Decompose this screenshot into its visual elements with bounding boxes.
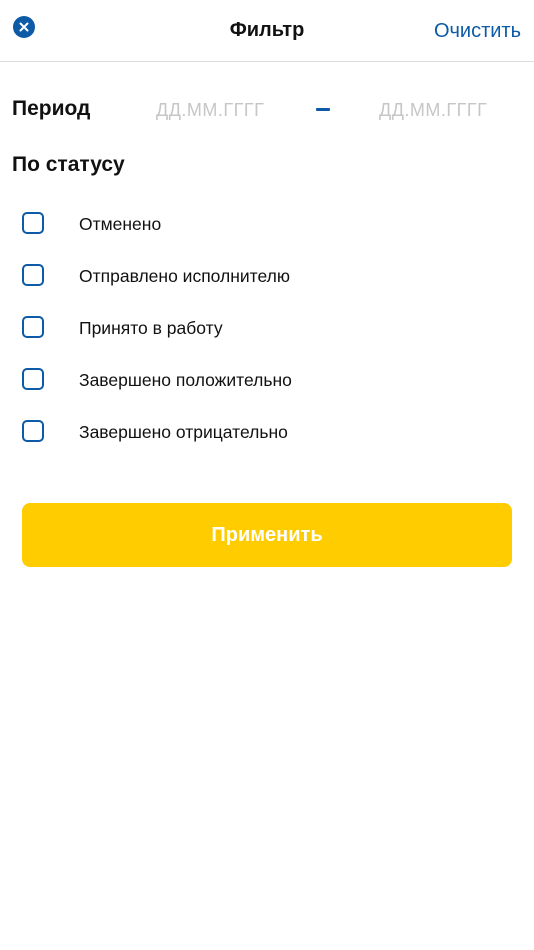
status-option-label: Завершено положительно (79, 370, 292, 390)
checkbox[interactable] (22, 264, 44, 286)
close-icon (19, 22, 29, 32)
status-option-completed-negative[interactable]: Завершено отрицательно (0, 407, 534, 459)
checkbox[interactable] (22, 316, 44, 338)
date-range-dash (316, 108, 330, 111)
status-option-label: Завершено отрицательно (79, 422, 288, 442)
date-to-input[interactable] (379, 98, 509, 122)
close-button[interactable] (13, 16, 35, 38)
status-option-label: Принято в работу (79, 318, 223, 338)
apply-button[interactable]: Применить (22, 503, 512, 567)
period-label: Период (12, 97, 91, 120)
checkbox[interactable] (22, 212, 44, 234)
status-list: Отменено Отправлено исполнителю Принято … (0, 199, 534, 459)
checkbox[interactable] (22, 368, 44, 390)
status-section-label: По статусу (12, 153, 125, 176)
status-option-sent-to-executor[interactable]: Отправлено исполнителю (0, 251, 534, 303)
status-option-cancelled[interactable]: Отменено (0, 199, 534, 251)
date-from-input[interactable] (156, 98, 286, 122)
checkbox[interactable] (22, 420, 44, 442)
status-option-label: Отменено (79, 214, 162, 234)
status-option-completed-positive[interactable]: Завершено положительно (0, 355, 534, 407)
clear-button[interactable]: Очистить (434, 20, 521, 43)
status-option-label: Отправлено исполнителю (79, 266, 290, 286)
header: Фильтр Очистить (0, 0, 534, 62)
status-option-in-progress[interactable]: Принято в работу (0, 303, 534, 355)
